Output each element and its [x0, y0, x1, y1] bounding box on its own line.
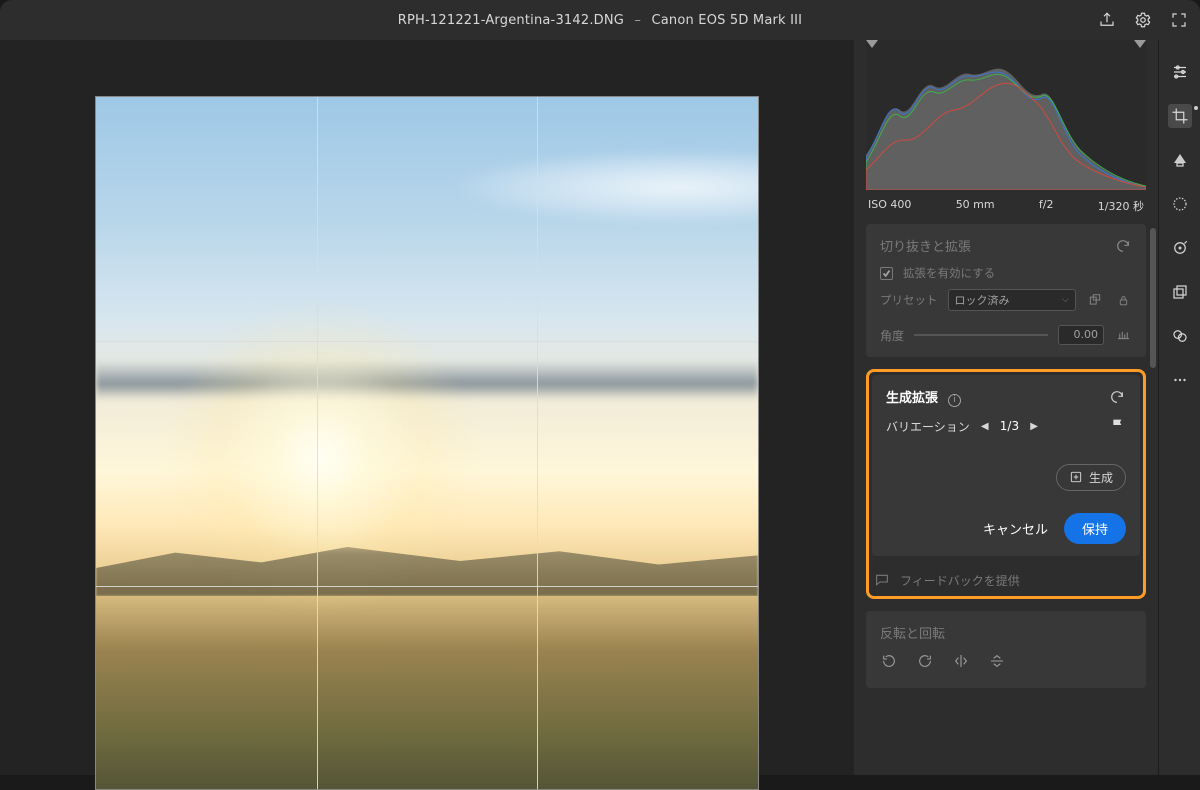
preset-select[interactable]: ロック済み ⌵: [948, 289, 1077, 311]
export-icon[interactable]: [1098, 11, 1116, 29]
chevron-down-icon: ⌵: [1062, 295, 1069, 305]
preset-label: プリセット: [880, 292, 938, 308]
camera-model: Canon EOS 5D Mark III: [651, 13, 802, 28]
panel-scrollbar[interactable]: [1150, 224, 1156, 775]
keep-button[interactable]: 保持: [1064, 513, 1126, 544]
enable-extend-label: 拡張を有効にする: [903, 265, 995, 281]
variation-counter: 1/3: [1000, 419, 1019, 433]
rotate-ccw-icon[interactable]: [880, 652, 898, 670]
exif-iso: ISO 400: [868, 198, 911, 214]
canvas-area[interactable]: [0, 40, 854, 775]
generate-label: 生成: [1089, 469, 1113, 486]
variation-label: バリエーション: [886, 418, 970, 435]
reset-icon[interactable]: [1114, 237, 1132, 255]
variation-next-button[interactable]: ▶: [1027, 421, 1041, 432]
gear-icon[interactable]: [1134, 11, 1152, 29]
lock-icon[interactable]: [1114, 291, 1132, 309]
tool-rail: [1158, 40, 1200, 775]
photo-preview: [96, 97, 758, 789]
histogram[interactable]: [866, 40, 1146, 190]
exif-strip: ISO 400 50 mm f/2 1/320 秒: [854, 190, 1158, 224]
right-panel: ISO 400 50 mm f/2 1/320 秒 切り抜きと拡張 拡張を有効に…: [854, 40, 1158, 775]
generative-extend-panel: 生成拡張 i バリエーション ◀ 1/3 ▶: [872, 375, 1140, 556]
presets-icon[interactable]: [1168, 324, 1192, 348]
layers-icon[interactable]: [1168, 280, 1192, 304]
flip-panel-title: 反転と回転: [880, 623, 945, 642]
angle-label: 角度: [880, 327, 904, 344]
preset-value: ロック済み: [955, 292, 1010, 308]
generate-button[interactable]: 生成: [1056, 464, 1126, 491]
feedback-link[interactable]: フィードバックを提供: [872, 568, 1140, 593]
flip-horizontal-icon[interactable]: [952, 652, 970, 670]
variation-prev-button[interactable]: ◀: [978, 421, 992, 432]
gen-reset-icon[interactable]: [1108, 388, 1126, 406]
info-icon[interactable]: i: [948, 394, 961, 407]
crop-tool-icon[interactable]: [1168, 104, 1192, 128]
feedback-label: フィードバックを提供: [900, 572, 1020, 589]
cancel-button[interactable]: キャンセル: [983, 519, 1048, 538]
healing-tool-icon[interactable]: [1168, 148, 1192, 172]
redeye-tool-icon[interactable]: [1168, 236, 1192, 260]
crop-panel-title: 切り抜きと拡張: [880, 236, 971, 255]
adjust-tool-icon[interactable]: [1168, 60, 1192, 84]
aspect-swap-icon[interactable]: [1086, 291, 1104, 309]
straighten-icon[interactable]: [1114, 326, 1132, 344]
document-title: RPH-121221-Argentina-3142.DNG – Canon EO…: [398, 13, 802, 28]
radial-mask-icon[interactable]: [1168, 192, 1192, 216]
more-tools-icon[interactable]: [1168, 368, 1192, 392]
enable-extend-checkbox[interactable]: [880, 267, 893, 280]
exif-focal: 50 mm: [956, 198, 995, 214]
exif-shutter: 1/320 秒: [1098, 198, 1144, 214]
flip-vertical-icon[interactable]: [988, 652, 1006, 670]
filename: RPH-121221-Argentina-3142.DNG: [398, 13, 624, 28]
exif-aperture: f/2: [1039, 198, 1054, 214]
crop-frame[interactable]: [95, 96, 759, 790]
crop-extend-panel: 切り抜きと拡張 拡張を有効にする プリセット ロック済み ⌵: [866, 224, 1146, 357]
flag-icon[interactable]: [1110, 417, 1126, 436]
title-bar: RPH-121221-Argentina-3142.DNG – Canon EO…: [0, 0, 1200, 40]
angle-slider[interactable]: [914, 334, 1048, 336]
angle-value[interactable]: 0.00: [1058, 325, 1104, 345]
fullscreen-icon[interactable]: [1170, 11, 1188, 29]
generative-panel-highlight: 生成拡張 i バリエーション ◀ 1/3 ▶: [866, 369, 1146, 599]
gen-panel-title: 生成拡張: [886, 391, 938, 406]
rotate-cw-icon[interactable]: [916, 652, 934, 670]
flip-rotate-panel: 反転と回転: [866, 611, 1146, 688]
